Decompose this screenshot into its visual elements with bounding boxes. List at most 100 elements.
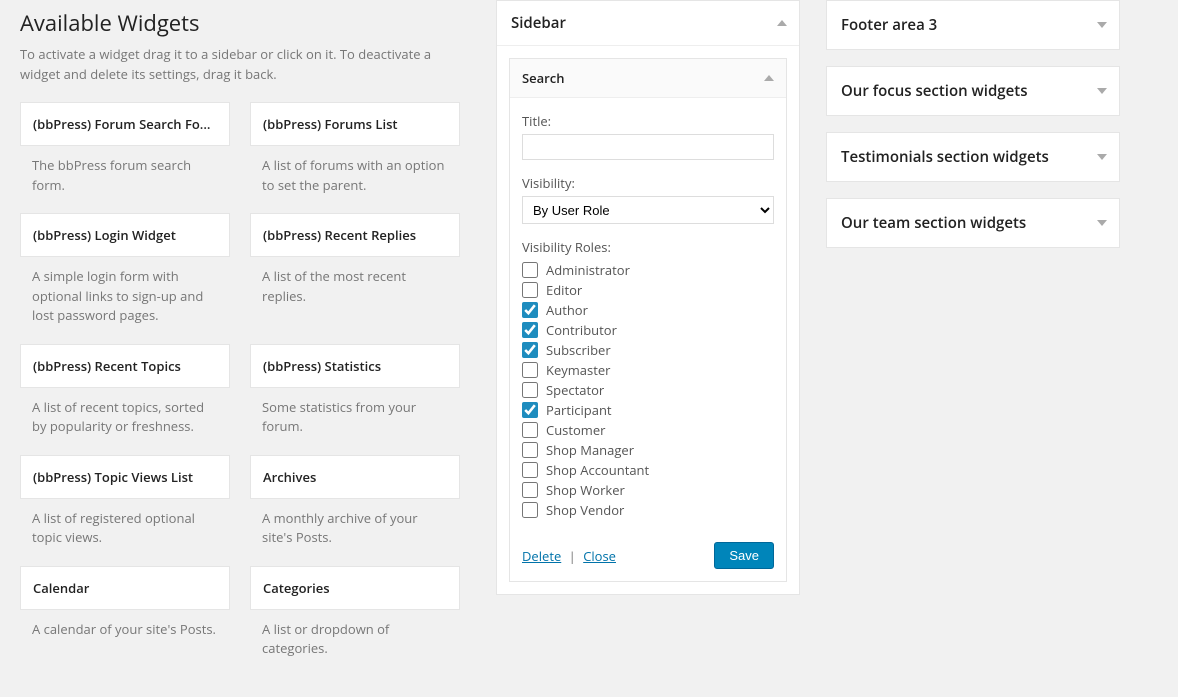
chevron-down-icon xyxy=(1097,88,1107,94)
widget-area-panel: Our team section widgets xyxy=(826,198,1120,248)
widget-area-toggle[interactable]: Footer area 3 xyxy=(827,1,1119,49)
available-widget: (bbPress) Forums ListA list of forums wi… xyxy=(250,102,460,209)
available-widget-title[interactable]: Categories xyxy=(250,566,460,610)
role-label: Shop Manager xyxy=(546,441,634,459)
role-row[interactable]: Spectator xyxy=(522,380,774,400)
role-checkbox[interactable] xyxy=(522,322,538,338)
available-widget-title[interactable]: (bbPress) Login Widget xyxy=(20,213,230,257)
available-widget-title[interactable]: (bbPress) Recent Topics xyxy=(20,344,230,388)
role-row[interactable]: Subscriber xyxy=(522,340,774,360)
available-widget: (bbPress) Recent RepliesA list of the mo… xyxy=(250,213,460,340)
available-widget: (bbPress) StatisticsSome statistics from… xyxy=(250,344,460,451)
role-label: Participant xyxy=(546,401,612,419)
available-widget: (bbPress) Topic Views ListA list of regi… xyxy=(20,455,230,562)
visibility-roles-label: Visibility Roles: xyxy=(522,238,774,256)
available-widget-desc: A list of registered optional topic view… xyxy=(20,499,230,562)
visibility-label: Visibility: xyxy=(522,174,774,192)
available-widget-desc: A calendar of your site's Posts. xyxy=(20,610,230,660)
role-label: Spectator xyxy=(546,381,604,399)
role-checkbox[interactable] xyxy=(522,362,538,378)
chevron-up-icon xyxy=(777,20,787,26)
available-widget: CalendarA calendar of your site's Posts. xyxy=(20,566,230,673)
separator: | xyxy=(565,547,580,565)
role-checkbox[interactable] xyxy=(522,262,538,278)
chevron-down-icon xyxy=(1097,22,1107,28)
available-widget-desc: A list of recent topics, sorted by popul… xyxy=(20,388,230,451)
role-label: Administrator xyxy=(546,261,630,279)
chevron-down-icon xyxy=(1097,154,1107,160)
available-widget: (bbPress) Recent TopicsA list of recent … xyxy=(20,344,230,451)
role-label: Shop Accountant xyxy=(546,461,649,479)
role-checkbox[interactable] xyxy=(522,482,538,498)
available-widget: ArchivesA monthly archive of your site's… xyxy=(250,455,460,562)
role-row[interactable]: Shop Worker xyxy=(522,480,774,500)
available-widget-desc: A list of forums with an option to set t… xyxy=(250,146,460,209)
widget-area-panel: Our focus section widgets xyxy=(826,66,1120,116)
role-checkbox[interactable] xyxy=(522,382,538,398)
widget-area-panel: Testimonials section widgets xyxy=(826,132,1120,182)
chevron-up-icon xyxy=(764,75,774,81)
role-checkbox[interactable] xyxy=(522,502,538,518)
available-widget-title[interactable]: (bbPress) Statistics xyxy=(250,344,460,388)
role-label: Editor xyxy=(546,281,582,299)
role-row[interactable]: Shop Accountant xyxy=(522,460,774,480)
available-widget: (bbPress) Login WidgetA simple login for… xyxy=(20,213,230,340)
available-widget-title[interactable]: Archives xyxy=(250,455,460,499)
role-row[interactable]: Administrator xyxy=(522,260,774,280)
widget-area-toggle[interactable]: Testimonials section widgets xyxy=(827,133,1119,181)
role-row[interactable]: Keymaster xyxy=(522,360,774,380)
sidebar-panel-title: Sidebar xyxy=(511,13,566,33)
widget-area-toggle[interactable]: Our focus section widgets xyxy=(827,67,1119,115)
role-label: Author xyxy=(546,301,588,319)
role-row[interactable]: Contributor xyxy=(522,320,774,340)
role-label: Shop Vendor xyxy=(546,501,624,519)
role-label: Contributor xyxy=(546,321,617,339)
role-checkbox[interactable] xyxy=(522,422,538,438)
search-widget-panel: Search Title: Visibility: By User Role V… xyxy=(509,58,787,582)
role-label: Keymaster xyxy=(546,361,610,379)
role-checkbox[interactable] xyxy=(522,302,538,318)
available-widget-title[interactable]: (bbPress) Forum Search Fo... xyxy=(20,102,230,146)
role-row[interactable]: Editor xyxy=(522,280,774,300)
delete-link[interactable]: Delete xyxy=(522,547,561,565)
role-label: Shop Worker xyxy=(546,481,625,499)
role-checkbox[interactable] xyxy=(522,282,538,298)
role-row[interactable]: Author xyxy=(522,300,774,320)
widget-area-title: Our team section widgets xyxy=(841,213,1026,233)
widget-area-panel: Footer area 3 xyxy=(826,0,1120,50)
available-widget-desc: A list or dropdown of categories. xyxy=(250,610,460,673)
sidebar-panel: Sidebar Search Title: Visibility: By Use… xyxy=(496,0,800,595)
available-widget-title[interactable]: (bbPress) Forums List xyxy=(250,102,460,146)
available-widget-desc: Some statistics from your forum. xyxy=(250,388,460,451)
available-widget-title[interactable]: (bbPress) Topic Views List xyxy=(20,455,230,499)
available-widgets-heading: Available Widgets xyxy=(20,8,460,38)
widget-area-title: Testimonials section widgets xyxy=(841,147,1049,167)
visibility-select[interactable]: By User Role xyxy=(522,196,774,224)
available-widget-title[interactable]: (bbPress) Recent Replies xyxy=(250,213,460,257)
available-widget-title[interactable]: Calendar xyxy=(20,566,230,610)
widget-area-title: Footer area 3 xyxy=(841,15,937,35)
sidebar-panel-toggle[interactable]: Sidebar xyxy=(497,1,799,45)
role-row[interactable]: Shop Manager xyxy=(522,440,774,460)
widget-area-title: Our focus section widgets xyxy=(841,81,1028,101)
role-row[interactable]: Shop Vendor xyxy=(522,500,774,520)
available-widget-desc: A simple login form with optional links … xyxy=(20,257,230,340)
save-button[interactable]: Save xyxy=(714,542,774,569)
role-checkbox[interactable] xyxy=(522,402,538,418)
available-widget-desc: The bbPress forum search form. xyxy=(20,146,230,209)
available-widget: (bbPress) Forum Search Fo...The bbPress … xyxy=(20,102,230,209)
role-checkbox[interactable] xyxy=(522,342,538,358)
widget-area-toggle[interactable]: Our team section widgets xyxy=(827,199,1119,247)
role-label: Customer xyxy=(546,421,605,439)
available-widget-desc: A monthly archive of your site's Posts. xyxy=(250,499,460,562)
available-widget-desc: A list of the most recent replies. xyxy=(250,257,460,320)
available-widgets-description: To activate a widget drag it to a sideba… xyxy=(20,44,440,84)
close-link[interactable]: Close xyxy=(583,547,616,565)
title-input[interactable] xyxy=(522,134,774,160)
role-row[interactable]: Customer xyxy=(522,420,774,440)
role-row[interactable]: Participant xyxy=(522,400,774,420)
role-checkbox[interactable] xyxy=(522,462,538,478)
search-widget-toggle[interactable]: Search xyxy=(510,59,786,98)
role-label: Subscriber xyxy=(546,341,611,359)
role-checkbox[interactable] xyxy=(522,442,538,458)
